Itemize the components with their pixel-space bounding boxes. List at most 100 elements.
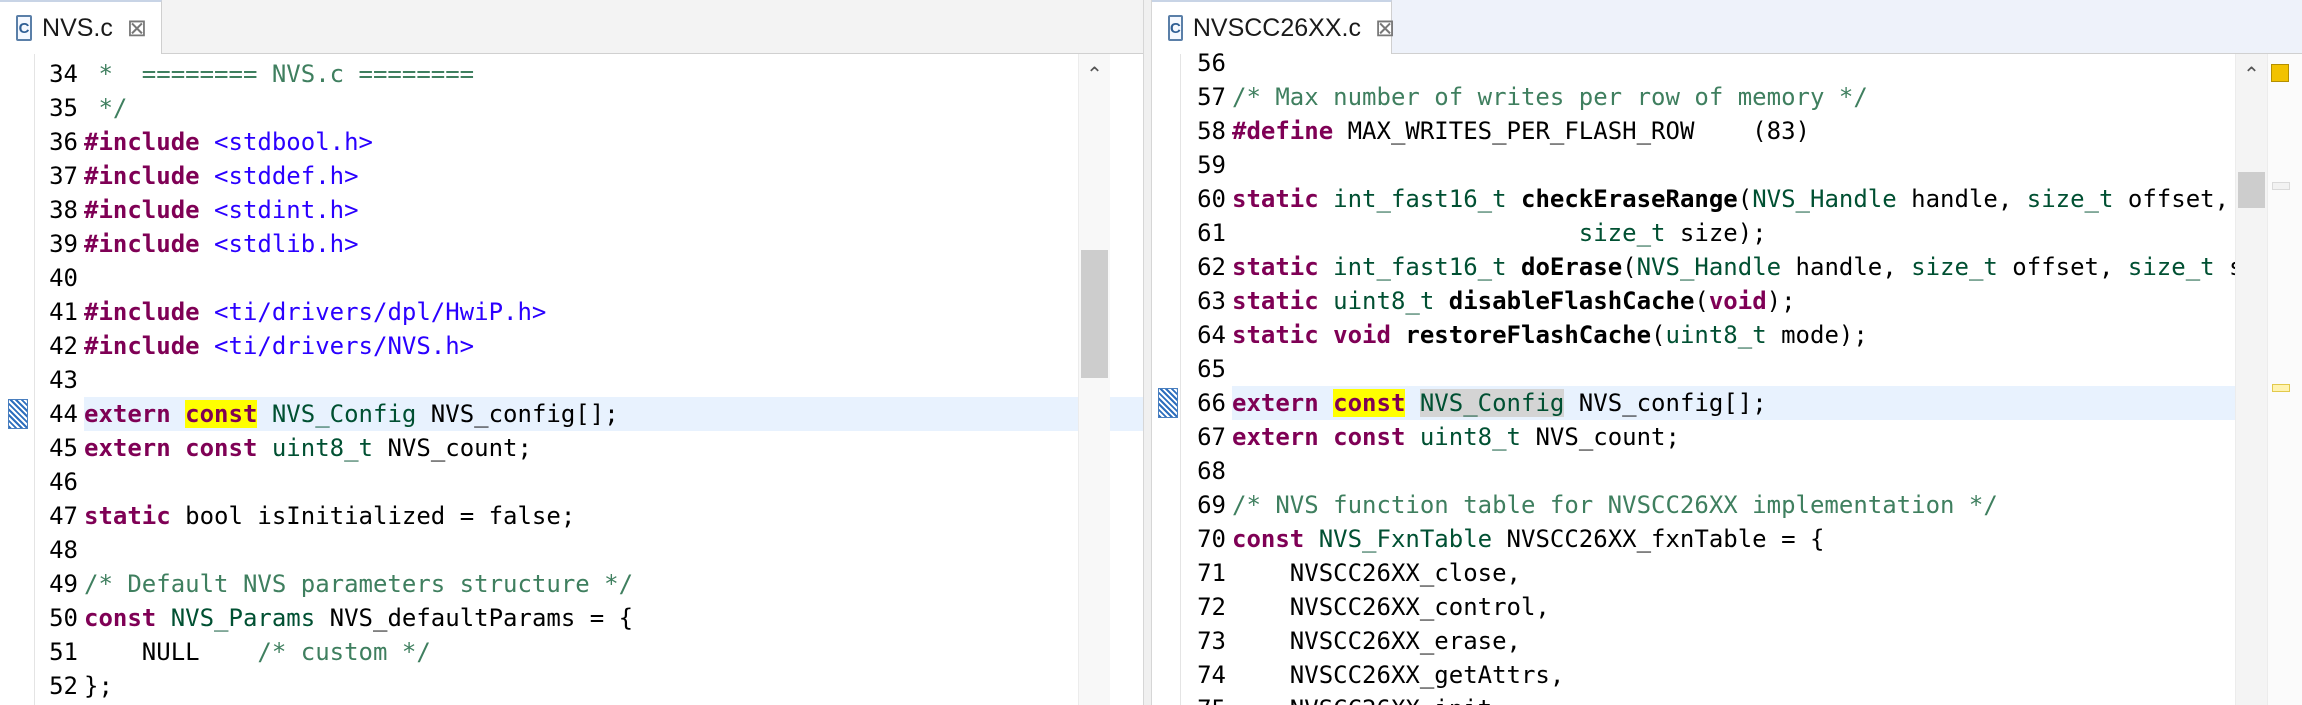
overview-occurrence-marker[interactable] [2272,384,2290,392]
code-line[interactable]: 67 extern const uint8_t NVS_count; [1152,420,2302,454]
code-token: handle, [1781,253,1912,281]
left-code-editor[interactable]: 34 * ======== NVS.c ======== 35 */36 #incl… [0,54,1143,705]
left-vertical-scrollbar[interactable]: ⌃ [1078,54,1110,705]
tab-label: NVS.c [42,13,113,42]
code-token: /* custom */ [257,638,431,666]
code-line[interactable]: 37 #include <stddef.h> [0,159,1143,193]
code-token: static [84,502,171,530]
code-line[interactable]: 52}; [0,669,1143,703]
line-number: 71 [1197,559,1226,587]
code-line[interactable]: 62 static int_fast16_t doErase(NVS_Handle… [1152,250,2302,284]
code-line[interactable]: 38 #include <stdint.h> [0,193,1143,227]
code-token: #include [84,332,200,360]
code-token: /* Default NVS parameters structure */ [84,570,634,598]
overview-ruler[interactable] [2267,54,2302,705]
line-number: 66 [1197,389,1226,417]
code-line[interactable]: 68 [1152,454,2302,488]
code-token: <ti/drivers/NVS.h> [214,332,475,360]
code-line[interactable]: 49/* Default NVS parameters structure */ [0,567,1143,601]
code-line[interactable]: 36 #include <stdbool.h> [0,125,1143,159]
left-scrollbar-thumb[interactable] [1081,250,1108,378]
code-line[interactable]: 73 NVSCC26XX_erase, [1152,624,2302,658]
line-number: 36 [49,128,78,156]
code-line[interactable]: 44 extern const NVS_Config NVS_config[]; [8,397,1143,431]
code-line[interactable]: 74 NVSCC26XX_getAttrs, [1152,658,2302,692]
close-icon[interactable]: ⊠ [1375,14,1395,42]
code-line[interactable]: 70 const NVS_FxnTable NVSCC26XX_fxnTable … [1152,522,2302,556]
code-line[interactable]: 69/* NVS function table for NVSCC26XX im… [1152,488,2302,522]
code-line[interactable]: 66 extern const NVS_Config NVS_config[]; [1158,386,2302,420]
code-token: doErase [1521,253,1623,281]
code-token: NVS_Handle [1752,185,1897,213]
code-line[interactable]: 72 NVSCC26XX_control, [1152,590,2302,624]
close-icon[interactable]: ⊠ [127,14,147,42]
code-line[interactable]: 39 #include <stdlib.h> [0,227,1143,261]
editor-split-divider[interactable] [1143,0,1152,705]
code-text: extern const uint8_t NVS_count; [1232,420,1680,454]
code-line[interactable]: 59 [1152,148,2302,182]
code-line[interactable]: 40 [0,261,1143,295]
code-line[interactable]: 46 [0,465,1143,499]
scroll-up-arrow-icon[interactable]: ⌃ [2236,62,2267,86]
right-scrollbar-thumb[interactable] [2238,172,2265,208]
code-line[interactable]: 65 [1152,352,2302,386]
overview-occurrence-marker[interactable] [2272,182,2290,190]
code-text: */ [84,91,127,125]
code-line[interactable]: 64 static void restoreFlashCache(uint8_t … [1152,318,2302,352]
code-line[interactable]: 71 NVSCC26XX_close, [1152,556,2302,590]
code-line[interactable]: 61 size_t size); [1152,216,2302,250]
scroll-up-arrow-icon[interactable]: ⌃ [1079,62,1110,86]
line-number: 67 [1197,423,1226,451]
code-token: const [185,400,258,428]
code-token: #include [84,128,200,156]
code-text: extern const NVS_Config NVS_config[]; [1232,386,1767,420]
right-code-editor[interactable]: 56 57/* Max number of writes per row of m… [1152,49,2302,705]
line-number: 40 [49,264,78,292]
code-text: static void restoreFlashCache(uint8_t mo… [1232,318,1868,352]
search-result-marker-icon[interactable] [1158,388,1178,418]
line-number: 39 [49,230,78,258]
code-line[interactable]: 63 static uint8_t disableFlashCache(void)… [1152,284,2302,318]
code-text: /* NVS function table for NVSCC26XX impl… [1232,488,1998,522]
line-number: 65 [1197,355,1226,383]
code-line[interactable]: 58 #define MAX_WRITES_PER_FLASH_ROW (83) [1152,114,2302,148]
code-line[interactable]: 42 #include <ti/drivers/NVS.h> [0,329,1143,363]
code-text: NVSCC26XX_getAttrs, [1232,658,1565,692]
code-line[interactable]: 75 NVSCC26XX_init, [1152,692,2302,705]
code-line[interactable]: 48 [0,533,1143,567]
code-line[interactable]: 45 extern const uint8_t NVS_count; [0,431,1143,465]
code-token: NVS_Config [1419,389,1565,417]
code-line[interactable]: 56 [1152,46,2302,80]
code-line[interactable]: 34 * ======== NVS.c ======== [0,57,1143,91]
code-line[interactable]: 43 [0,363,1143,397]
code-token: ); [1766,287,1796,315]
tab-nvs-c[interactable]: C NVS.c ⊠ [0,0,162,54]
code-token: NVS_config[]; [416,400,619,428]
code-line[interactable]: 51 NULL /* custom */ [0,635,1143,669]
line-number: 45 [49,434,78,462]
code-line[interactable]: 35 */ [0,91,1143,125]
line-number: 35 [49,94,78,122]
code-text: const NVS_FxnTable NVSCC26XX_fxnTable = … [1232,522,1824,556]
right-vertical-scrollbar[interactable]: ⌃ [2235,54,2267,705]
overview-warning-marker[interactable] [2271,64,2289,82]
line-number: 75 [1184,692,1226,705]
search-result-marker-icon[interactable] [8,399,28,429]
code-line[interactable]: 41 #include <ti/drivers/dpl/HwiP.h> [0,295,1143,329]
code-token: #include [84,196,200,224]
line-number: 43 [49,366,78,394]
code-token: }; [84,672,113,700]
code-line[interactable]: 47 static bool isInitialized = false; [0,499,1143,533]
code-line[interactable]: 57/* Max number of writes per row of mem… [1152,80,2302,114]
code-line[interactable]: 50 const NVS_Params NVS_defaultParams = { [0,601,1143,635]
code-line[interactable]: 60 static int_fast16_t checkEraseRange(NV… [1152,182,2302,216]
code-token: NVSCC26XX_getAttrs, [1232,661,1565,689]
code-token: checkEraseRange [1521,185,1738,213]
